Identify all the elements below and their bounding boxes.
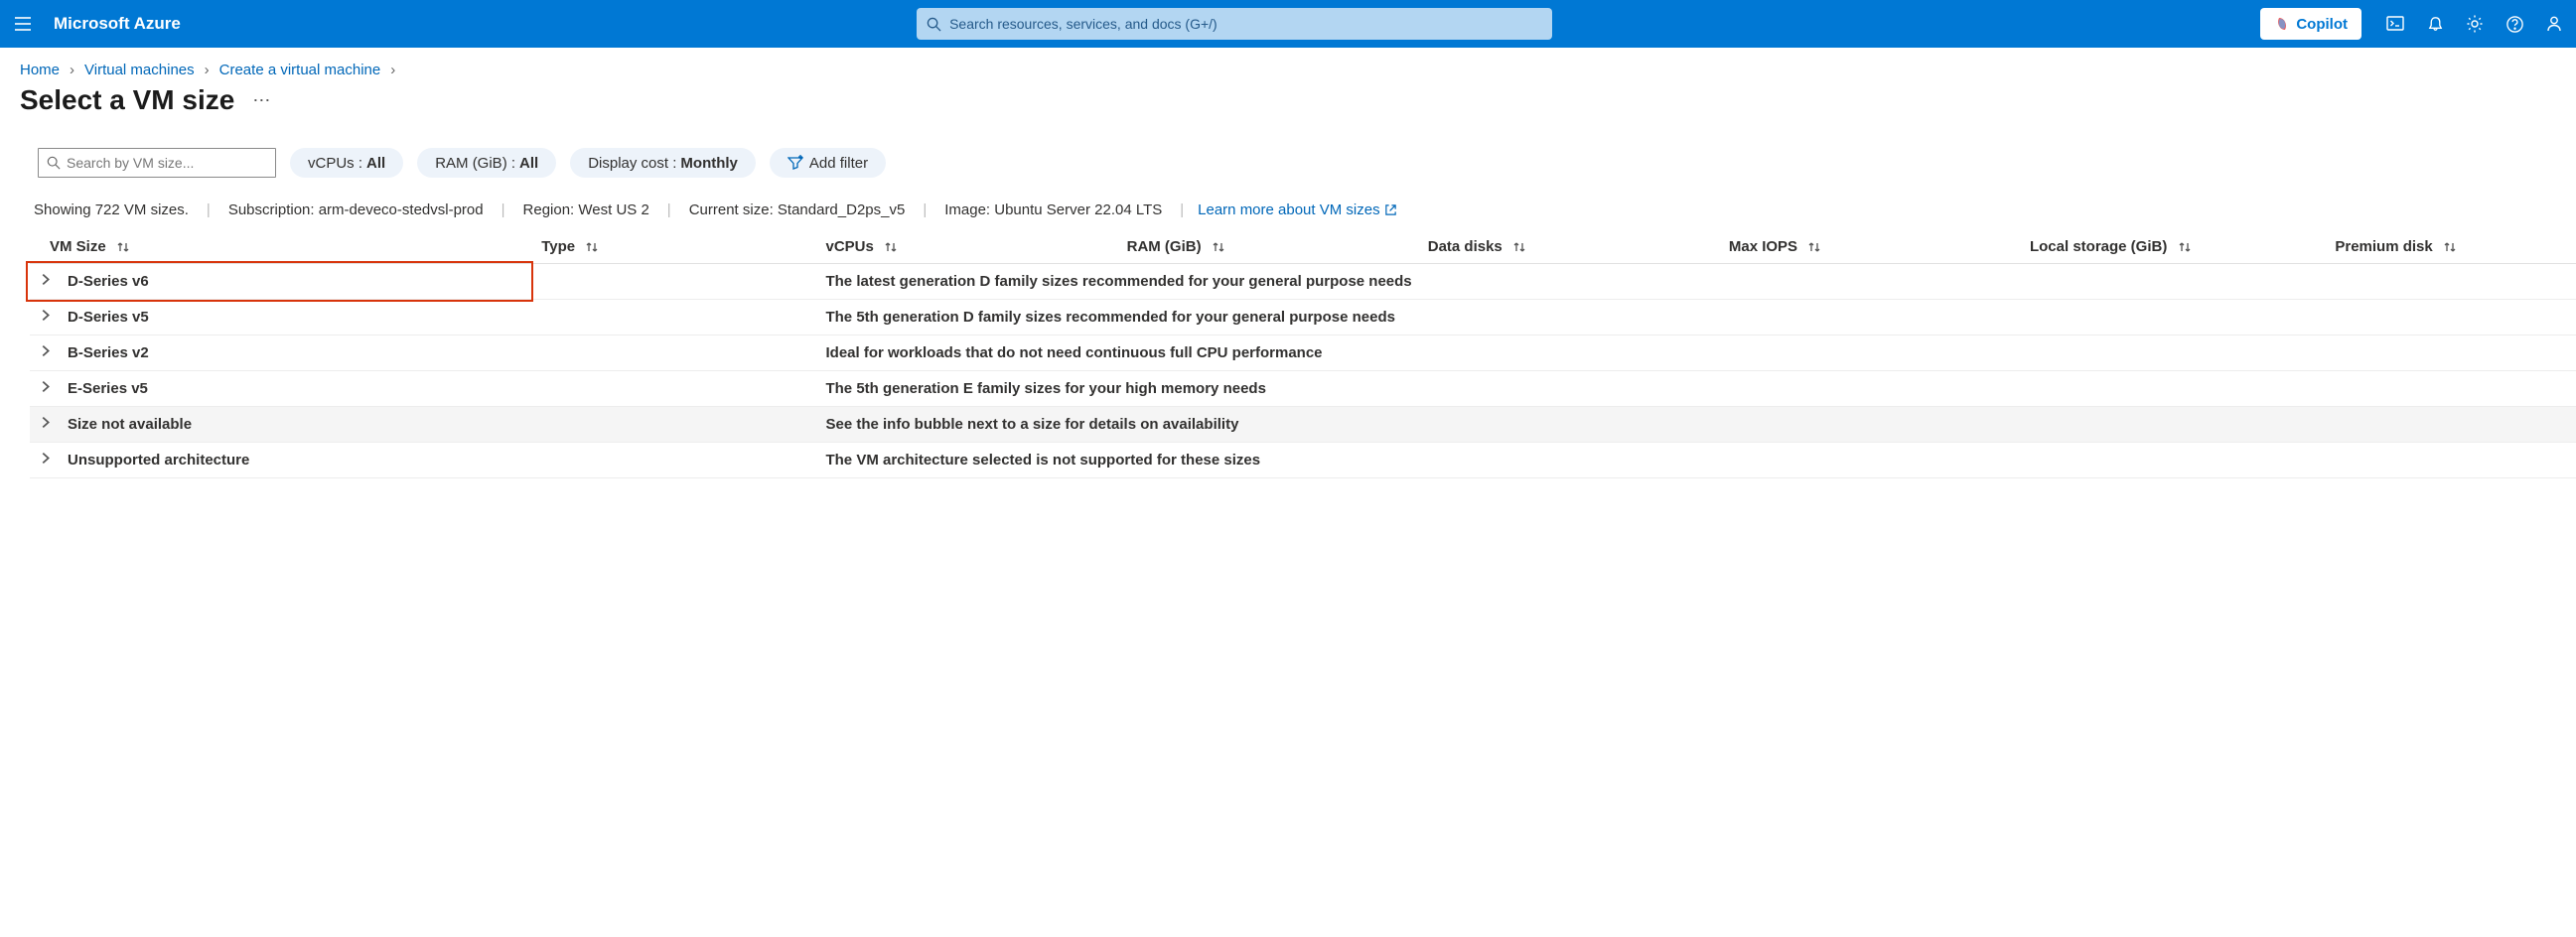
- col-header-type[interactable]: Type: [531, 230, 815, 264]
- table-row[interactable]: Size not available See the info bubble ne…: [30, 407, 2576, 443]
- table-row[interactable]: D-Series v6 The latest generation D famil…: [30, 264, 2576, 300]
- chevron-right-icon: ›: [70, 62, 74, 78]
- filter-cost-label: Display cost :: [588, 155, 676, 172]
- col-header-vcpus[interactable]: vCPUs: [815, 230, 1116, 264]
- status-current-size: Current size: Standard_D2ps_v5: [685, 201, 910, 218]
- chevron-right-icon[interactable]: [40, 416, 53, 429]
- vm-size-search-input[interactable]: [67, 155, 267, 171]
- table-row[interactable]: D-Series v5 The 5th generation D family s…: [30, 300, 2576, 335]
- status-line: Showing 722 VM sizes. | Subscription: ar…: [0, 201, 2576, 230]
- filter-ram-value: All: [519, 155, 538, 172]
- sort-icon: [1807, 240, 1821, 254]
- col-header-disks[interactable]: Data disks: [1418, 230, 1719, 264]
- global-search-wrap: [220, 8, 2249, 40]
- cloud-shell-icon[interactable]: [2385, 14, 2405, 34]
- row-description: The latest generation D family sizes rec…: [815, 264, 2576, 300]
- help-icon[interactable]: [2504, 14, 2524, 34]
- table-row[interactable]: B-Series v2 Ideal for workloads that do n…: [30, 335, 2576, 371]
- row-description: The 5th generation E family sizes for yo…: [815, 371, 2576, 407]
- status-image: Image: Ubuntu Server 22.04 LTS: [940, 201, 1166, 218]
- filter-vcpus-value: All: [366, 155, 385, 172]
- global-search-input[interactable]: [949, 16, 1542, 32]
- col-header-premium[interactable]: Premium disk: [2325, 230, 2576, 264]
- status-showing: Showing 722 VM sizes.: [30, 201, 193, 218]
- divider: |: [667, 201, 671, 218]
- chevron-right-icon: ›: [205, 62, 210, 78]
- page-title: Select a VM size: [20, 84, 234, 116]
- search-icon: [47, 156, 61, 170]
- filter-ram-label: RAM (GiB) :: [435, 155, 515, 172]
- col-header-vmsize[interactable]: VM Size: [30, 230, 531, 264]
- hamburger-menu-icon[interactable]: [12, 13, 34, 35]
- settings-gear-icon[interactable]: [2465, 14, 2485, 34]
- divider: |: [501, 201, 505, 218]
- row-description: See the info bubble next to a size for d…: [815, 407, 2576, 443]
- copilot-label: Copilot: [2296, 16, 2348, 33]
- filter-ram[interactable]: RAM (GiB) : All: [417, 148, 556, 178]
- filter-cost-value: Monthly: [680, 155, 738, 172]
- row-description: Ideal for workloads that do not need con…: [815, 335, 2576, 371]
- copilot-icon: [2274, 16, 2290, 32]
- chevron-right-icon[interactable]: [40, 344, 53, 357]
- header-bar: Microsoft Azure Copilot: [0, 0, 2576, 48]
- search-icon: [927, 17, 941, 32]
- row-name-label: D-Series v6: [68, 273, 149, 290]
- chevron-right-icon[interactable]: [40, 309, 53, 322]
- feedback-icon[interactable]: [2544, 14, 2564, 34]
- chevron-right-icon[interactable]: [40, 380, 53, 393]
- breadcrumb-home[interactable]: Home: [20, 62, 60, 78]
- add-filter-label: Add filter: [809, 155, 868, 172]
- table-header-row: VM Size Type vCPUs RAM (GiB) Data disks …: [30, 230, 2576, 264]
- sort-icon: [116, 240, 130, 254]
- add-filter-icon: [787, 155, 803, 171]
- row-description: The VM architecture selected is not supp…: [815, 443, 2576, 478]
- divider: |: [1180, 201, 1184, 218]
- row-name-label: E-Series v5: [68, 380, 148, 397]
- more-actions-icon[interactable]: ⋯: [252, 90, 272, 111]
- table-row[interactable]: E-Series v5 The 5th generation E family s…: [30, 371, 2576, 407]
- sort-icon: [585, 240, 599, 254]
- sort-icon: [1212, 240, 1225, 254]
- notifications-icon[interactable]: [2425, 14, 2445, 34]
- filter-vcpus-label: vCPUs :: [308, 155, 362, 172]
- row-name-label: Unsupported architecture: [68, 452, 249, 468]
- vm-size-table-wrap: VM Size Type vCPUs RAM (GiB) Data disks …: [0, 230, 2576, 478]
- col-header-local[interactable]: Local storage (GiB): [2020, 230, 2325, 264]
- chevron-right-icon[interactable]: [40, 452, 53, 465]
- col-header-ram[interactable]: RAM (GiB): [1117, 230, 1418, 264]
- status-region: Region: West US 2: [519, 201, 653, 218]
- sort-icon: [2178, 240, 2192, 254]
- sort-icon: [2443, 240, 2457, 254]
- chevron-right-icon: ›: [390, 62, 395, 78]
- row-name-label: D-Series v5: [68, 309, 149, 326]
- col-header-iops[interactable]: Max IOPS: [1719, 230, 2020, 264]
- vm-size-search-box[interactable]: [38, 148, 276, 178]
- divider: |: [923, 201, 927, 218]
- filter-vcpus[interactable]: vCPUs : All: [290, 148, 403, 178]
- learn-more-link[interactable]: Learn more about VM sizes: [1198, 201, 1396, 218]
- brand-label[interactable]: Microsoft Azure: [54, 14, 181, 34]
- breadcrumb-create[interactable]: Create a virtual machine: [219, 62, 381, 78]
- learn-more-label: Learn more about VM sizes: [1198, 201, 1379, 218]
- divider: |: [207, 201, 211, 218]
- filter-cost[interactable]: Display cost : Monthly: [570, 148, 756, 178]
- breadcrumb: Home › Virtual machines › Create a virtu…: [0, 48, 2576, 78]
- sort-icon: [1512, 240, 1526, 254]
- external-link-icon: [1384, 203, 1397, 216]
- row-name-label: B-Series v2: [68, 344, 149, 361]
- add-filter-button[interactable]: Add filter: [770, 148, 886, 178]
- vm-size-table: VM Size Type vCPUs RAM (GiB) Data disks …: [30, 230, 2576, 478]
- row-name-label: Size not available: [68, 416, 192, 433]
- global-search-box[interactable]: [917, 8, 1552, 40]
- row-description: The 5th generation D family sizes recomm…: [815, 300, 2576, 335]
- copilot-button[interactable]: Copilot: [2260, 8, 2361, 40]
- breadcrumb-vm[interactable]: Virtual machines: [84, 62, 195, 78]
- sort-icon: [884, 240, 898, 254]
- table-row[interactable]: Unsupported architecture The VM architect…: [30, 443, 2576, 478]
- filter-row: vCPUs : All RAM (GiB) : All Display cost…: [0, 148, 2576, 201]
- chevron-right-icon[interactable]: [40, 273, 53, 286]
- status-subscription: Subscription: arm-deveco-stedvsl-prod: [224, 201, 488, 218]
- header-icon-group: [2385, 14, 2564, 34]
- page-title-row: Select a VM size ⋯: [0, 78, 2576, 148]
